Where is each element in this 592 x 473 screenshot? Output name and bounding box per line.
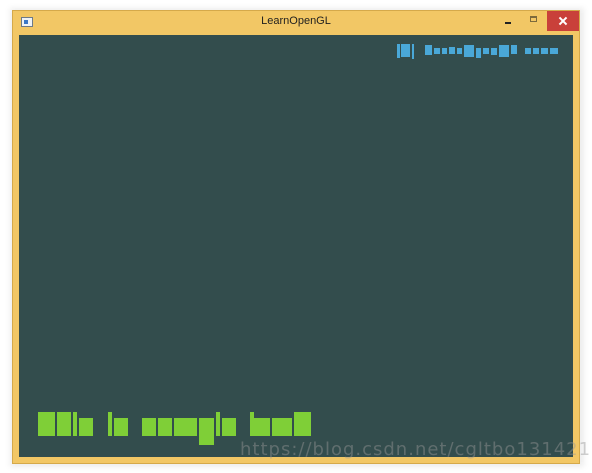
- glyph: [254, 418, 270, 436]
- glyph: [174, 418, 197, 436]
- glyph: [525, 48, 531, 54]
- glyph: [457, 48, 462, 54]
- close-icon[interactable]: [547, 11, 579, 31]
- glyph: [434, 48, 440, 54]
- glyph: [442, 48, 447, 54]
- glyph: [511, 45, 517, 54]
- window-controls: [495, 11, 579, 31]
- glyph: [199, 418, 214, 445]
- opengl-viewport: [19, 35, 573, 457]
- watermark-text: https://blog.csdn.net/cgltbo131421: [240, 439, 592, 460]
- glyph: [491, 48, 497, 55]
- glyph: [250, 412, 254, 436]
- glyph: [541, 48, 548, 54]
- glyph: [499, 45, 509, 57]
- title-bar[interactable]: LearnOpenGL: [13, 11, 579, 35]
- glyph: [158, 418, 172, 436]
- glyph: [57, 412, 71, 436]
- screen: LearnOpenGL https://blog.csdn.net/cgltbo…: [0, 0, 592, 473]
- glyph: [550, 48, 558, 54]
- glyph: [464, 45, 474, 57]
- glyph: [142, 418, 156, 436]
- glyph: [476, 48, 481, 58]
- glyph: [108, 412, 112, 436]
- glyph: [73, 412, 77, 436]
- glyph: [425, 45, 432, 55]
- minimize-icon[interactable]: [495, 11, 521, 31]
- glyph: [222, 418, 236, 436]
- glyph: [38, 412, 55, 436]
- glyph: [79, 418, 93, 436]
- glyph: [294, 412, 311, 436]
- glyph: [216, 412, 220, 436]
- glyph: [483, 48, 489, 54]
- glyph: [114, 418, 128, 436]
- maximize-icon[interactable]: [521, 11, 547, 31]
- glyph: [272, 418, 292, 436]
- glyph: [412, 44, 414, 59]
- glyph: [401, 44, 410, 57]
- glyph: [449, 47, 455, 54]
- app-window: LearnOpenGL: [12, 10, 580, 464]
- glyph: [533, 48, 539, 54]
- rendered-text-top: [397, 44, 558, 59]
- glyph: [397, 44, 400, 58]
